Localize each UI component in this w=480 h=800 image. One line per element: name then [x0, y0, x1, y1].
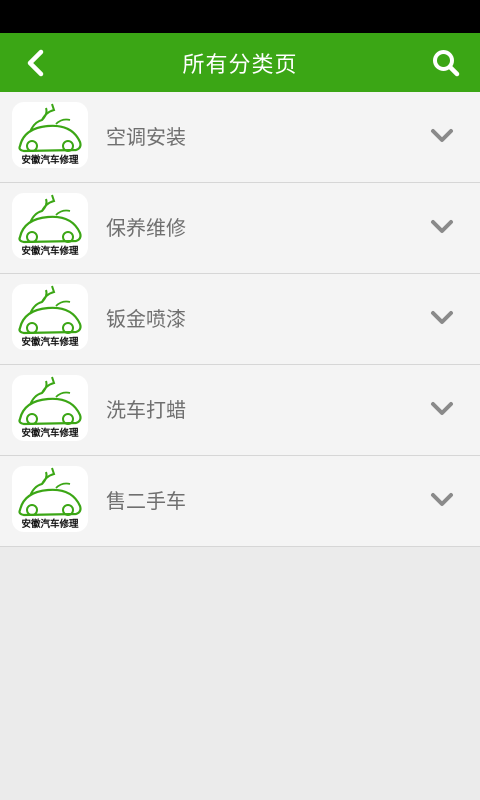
chevron-down-icon[interactable]: [428, 122, 456, 150]
category-label: 洗车打蜡: [106, 398, 186, 422]
category-label: 空调安装: [106, 125, 186, 149]
category-label: 保养维修: [106, 216, 186, 240]
logo-text: 安徽汽车修理: [21, 154, 79, 166]
category-label: 钣金喷漆: [106, 307, 186, 331]
chevron-down-icon[interactable]: [428, 213, 456, 241]
car-repair-logo-icon: 安徽汽车修理: [18, 103, 82, 166]
search-button[interactable]: [428, 45, 464, 81]
back-button[interactable]: [18, 45, 54, 81]
brand-logo: 安徽汽车修理: [12, 193, 88, 259]
brand-logo: 安徽汽车修理: [12, 102, 88, 168]
brand-logo: 安徽汽车修理: [12, 375, 88, 441]
car-repair-logo-icon: 安徽汽车修理: [18, 467, 82, 530]
brand-logo: 安徽汽车修理: [12, 284, 88, 350]
logo-text: 安徽汽车修理: [21, 245, 79, 257]
logo-text: 安徽汽车修理: [21, 518, 79, 530]
chevron-left-icon: [27, 49, 44, 77]
category-list: 安徽汽车修理 空调安装 安徽汽车修理 保养维修 安徽汽车修理 钣金喷漆 安徽汽车…: [0, 92, 480, 547]
app-header: 所有分类页: [0, 33, 480, 92]
chevron-down-icon[interactable]: [428, 486, 456, 514]
logo-text: 安徽汽车修理: [21, 427, 79, 439]
car-repair-logo-icon: 安徽汽车修理: [18, 285, 82, 348]
page-title: 所有分类页: [182, 52, 298, 78]
chevron-down-icon[interactable]: [428, 304, 456, 332]
search-icon: [433, 50, 460, 77]
car-repair-logo-icon: 安徽汽车修理: [18, 376, 82, 439]
category-item-used-car-sales[interactable]: 安徽汽车修理 售二手车: [0, 456, 480, 547]
category-item-car-wash[interactable]: 安徽汽车修理 洗车打蜡: [0, 365, 480, 456]
status-bar: [0, 0, 480, 33]
car-repair-logo-icon: 安徽汽车修理: [18, 194, 82, 257]
category-item-maintenance[interactable]: 安徽汽车修理 保养维修: [0, 183, 480, 274]
logo-text: 安徽汽车修理: [21, 336, 79, 348]
chevron-down-icon[interactable]: [428, 395, 456, 423]
category-label: 售二手车: [106, 489, 186, 513]
brand-logo: 安徽汽车修理: [12, 466, 88, 532]
category-item-ac-install[interactable]: 安徽汽车修理 空调安装: [0, 92, 480, 183]
category-item-bodywork-paint[interactable]: 安徽汽车修理 钣金喷漆: [0, 274, 480, 365]
